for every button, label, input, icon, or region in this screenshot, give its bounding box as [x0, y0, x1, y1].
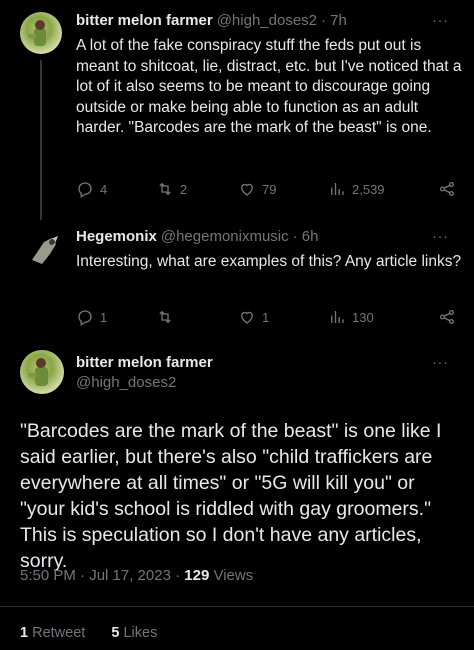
share-icon [439, 181, 455, 197]
retweets-stat[interactable]: 1 Retweet [20, 625, 89, 641]
tweet1-actions: 4 2 79 2,539 [76, 180, 456, 198]
retweet-icon [159, 310, 171, 324]
thread-line [40, 60, 42, 220]
timestamp[interactable]: · 7h [321, 12, 347, 29]
reply-count: 4 [100, 181, 108, 197]
views-button[interactable]: 2,539 [328, 180, 438, 198]
like-button[interactable]: 79 [238, 180, 328, 198]
like-label: Likes [123, 625, 158, 641]
reply-icon [78, 310, 92, 326]
more-icon[interactable]: ··· [432, 228, 449, 244]
share-button[interactable] [438, 180, 456, 198]
views-count: 2,539 [352, 181, 385, 197]
avatar[interactable] [20, 350, 64, 394]
likes-stat[interactable]: 5 Likes [111, 625, 157, 641]
reply-count: 1 [100, 309, 108, 325]
views-icon [331, 183, 344, 195]
retweet-label: Retweet [32, 625, 86, 641]
tweet-meta: 5:50 PM · Jul 17, 2023 · 129 Views [20, 567, 253, 584]
reply-icon [78, 182, 92, 198]
views-count: 130 [352, 309, 374, 325]
engagement-stats: 1 Retweet 5 Likes [20, 625, 157, 641]
views-button[interactable]: 130 [328, 308, 438, 326]
timestamp[interactable]: 5:50 PM · Jul 17, 2023 · [20, 567, 180, 584]
display-name[interactable]: bitter melon farmer [76, 12, 213, 29]
views-icon [331, 311, 344, 323]
retweet-icon [159, 182, 171, 196]
avatar[interactable] [20, 12, 62, 54]
divider [0, 606, 474, 607]
tweet2-actions: 1 1 130 [76, 308, 456, 326]
like-icon [241, 183, 253, 196]
display-name[interactable]: Hegemonix [76, 228, 157, 245]
avatar-image [28, 358, 48, 386]
tweet1-header: bitter melon farmer @high_doses2 · 7h [76, 12, 347, 29]
share-icon [439, 309, 455, 325]
retweet-count: 2 [180, 181, 188, 197]
tweet2-header: Hegemonix @hegemonixmusic · 6h [76, 228, 319, 245]
retweet-button[interactable]: 2 [156, 180, 238, 198]
timestamp[interactable]: · 6h [293, 228, 319, 245]
avatar[interactable] [22, 228, 68, 274]
retweet-count: 1 [20, 625, 29, 641]
retweet-button[interactable] [156, 308, 238, 326]
display-name[interactable]: bitter melon farmer [76, 354, 213, 371]
more-icon[interactable]: ··· [432, 12, 449, 28]
handle[interactable]: @high_doses2 [217, 12, 317, 29]
tweet-text: Interesting, what are examples of this? … [76, 253, 462, 270]
tweet-text: "Barcodes are the mark of the beast" is … [20, 420, 442, 572]
avatar-image [28, 20, 46, 46]
views-count: 129 [184, 567, 210, 584]
reply-button[interactable]: 1 [76, 308, 156, 326]
more-icon[interactable]: ··· [432, 354, 449, 370]
share-button[interactable] [438, 308, 456, 326]
like-count: 79 [262, 181, 277, 197]
reply-button[interactable]: 4 [76, 180, 156, 198]
tweet-text: A lot of the fake conspiracy stuff the f… [76, 37, 462, 136]
like-count: 1 [262, 309, 270, 325]
handle[interactable]: @hegemonixmusic [161, 228, 289, 245]
like-button[interactable]: 1 [238, 308, 328, 326]
views-label: Views [213, 567, 254, 584]
like-count: 5 [111, 625, 120, 641]
handle[interactable]: @high_doses2 [76, 374, 176, 391]
like-icon [241, 311, 253, 324]
avatar-image [32, 236, 58, 264]
